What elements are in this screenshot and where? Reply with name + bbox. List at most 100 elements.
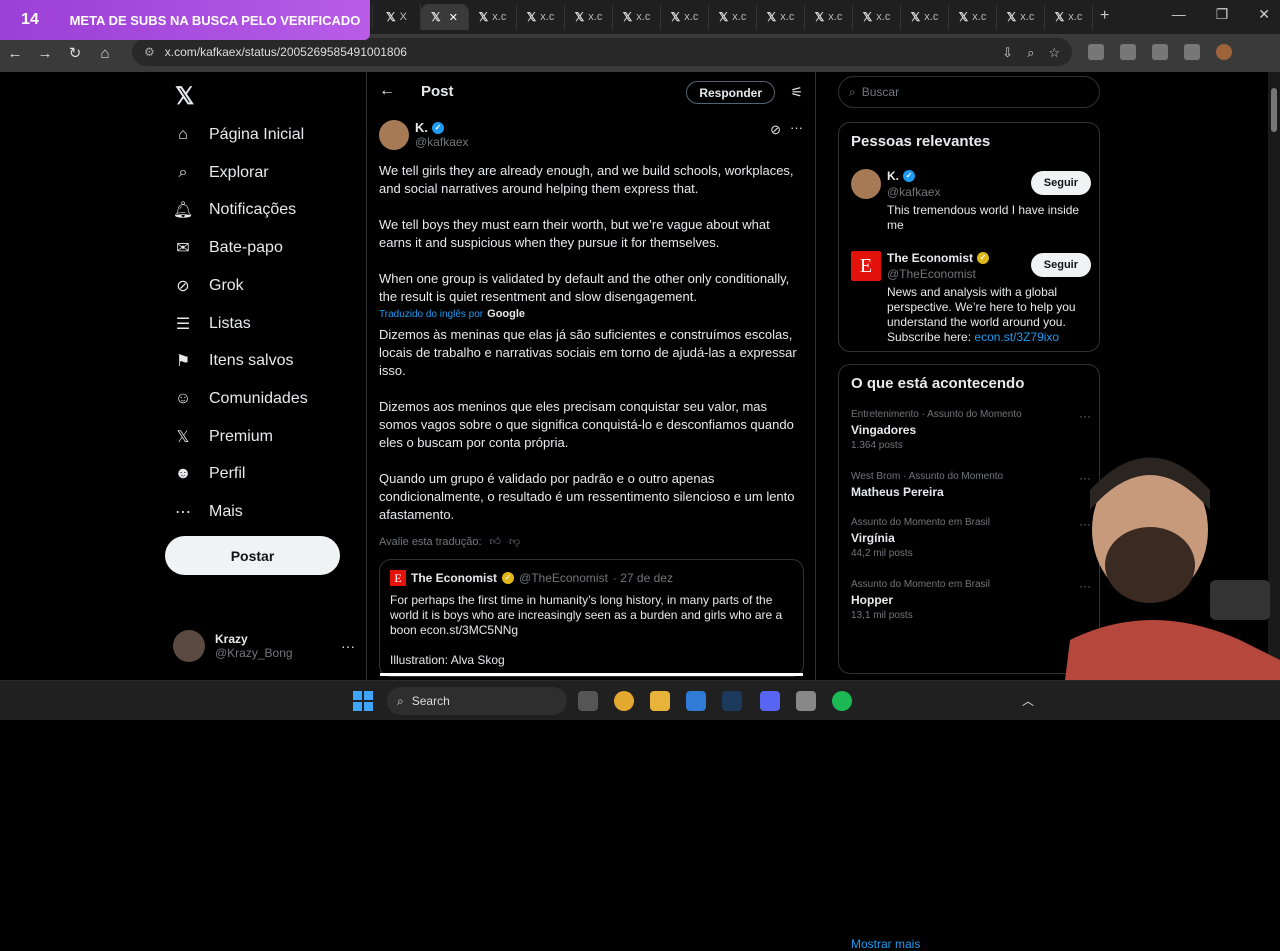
chevron-up-icon[interactable]: ︿ (1022, 692, 1034, 709)
forward-icon[interactable]: → (30, 45, 60, 62)
browser-tab[interactable]: 𝕏x.c (757, 4, 805, 30)
back-arrow-icon[interactable]: ← (379, 82, 395, 100)
reply-button[interactable]: Responder (686, 81, 775, 104)
steam-icon[interactable] (722, 691, 742, 711)
economist-logo-icon[interactable]: E (851, 251, 881, 281)
browser-tab[interactable]: 𝕏x.c (949, 4, 997, 30)
site-info-icon[interactable]: ⚙ (144, 45, 155, 59)
close-tab-icon[interactable]: ✕ (449, 11, 458, 24)
browser-tab[interactable]: 𝕏x.c (661, 4, 709, 30)
thumbs-up-icon[interactable]: 👍︎ (490, 535, 502, 548)
url-actions: ⇩ ⌕ ☆ (1002, 45, 1060, 61)
avatar[interactable] (851, 169, 881, 199)
url-field[interactable]: ⚙ x.com/kafkaex/status/20052695854910018… (132, 38, 1072, 66)
browser-tab[interactable]: 𝕏x.c (997, 4, 1045, 30)
trend-item[interactable]: Assunto do Momento em Brasil Hopper 13,1 m… (851, 579, 1091, 621)
x-icon: 𝕏 (622, 10, 633, 24)
discord-icon[interactable] (760, 691, 780, 711)
windows-taskbar: ⌕ Search ︿ (0, 680, 1280, 720)
person-handle: @TheEconomist (887, 267, 976, 281)
follow-button[interactable]: Seguir (1030, 253, 1091, 277)
more-icon[interactable]: ··· (1079, 409, 1091, 423)
trend-count: 1.364 posts (851, 440, 903, 451)
sidebar-item[interactable]: ⚑ Itens salvos (173, 351, 294, 371)
x-logo-icon[interactable]: 𝕏 (175, 82, 194, 111)
person-card[interactable]: K. ✓ @kafkaex This tremendous world I hav… (851, 169, 1091, 239)
trend-name: Hopper (851, 593, 893, 607)
browser-tab[interactable]: 𝕏x.c (613, 4, 661, 30)
bookmark-icon: ⚑ (175, 353, 191, 371)
home-icon[interactable]: ⌂ (90, 45, 120, 62)
browser-tab[interactable]: 𝕏x.c (565, 4, 613, 30)
x-icon: 𝕏 (814, 10, 825, 24)
sidebar-item[interactable]: ✉ Bate-papo (173, 238, 283, 258)
account-switcher[interactable]: Krazy @Krazy_Bong ··· (173, 630, 355, 662)
maximize-icon[interactable]: ❐ (1216, 6, 1229, 23)
post-author[interactable]: K. ✓ @kafkaex (379, 120, 469, 150)
spotify-icon[interactable] (832, 691, 852, 711)
browser-tab[interactable]: 𝕏x.c (709, 4, 757, 30)
x-icon: 𝕏 (910, 10, 921, 24)
store-icon[interactable] (686, 691, 706, 711)
browser-tab[interactable]: 𝕏X (373, 4, 421, 30)
sidebar-item[interactable]: ⋯ Mais (173, 502, 243, 522)
bio-link[interactable]: econ.st/3Z79ixo (974, 330, 1059, 344)
trend-item[interactable]: West Brom · Assunto do Momento Matheus Pe… (851, 471, 1091, 499)
trend-item[interactable]: Entretenimento · Assunto do Momento Vinga… (851, 409, 1091, 451)
sidebar-item[interactable]: ⊘ Grok (173, 276, 243, 296)
taskbar-search[interactable]: ⌕ Search (387, 687, 567, 715)
scrollbar-thumb[interactable] (1271, 88, 1277, 132)
sidebar-item[interactable]: ⌂ Página Inicial (173, 125, 304, 145)
task-view-icon[interactable] (578, 691, 598, 711)
back-icon[interactable]: ← (0, 45, 30, 62)
x-icon: 𝕏 (862, 10, 873, 24)
sidebar-item[interactable]: ☺ Comunidades (173, 389, 308, 409)
browser-tab[interactable]: 𝕏x.c (1045, 4, 1093, 30)
sidebar-item-label: Perfil (209, 465, 246, 483)
sliders-icon[interactable]: ⚟ (790, 84, 803, 101)
trend-name: Matheus Pereira (851, 485, 944, 499)
sidebar-item[interactable]: 🔔︎ Notificações (173, 200, 296, 220)
search-input[interactable]: ⌕ Buscar (838, 76, 1100, 108)
trend-item[interactable]: Assunto do Momento em Brasil Virgínia 44,2… (851, 517, 1091, 559)
install-icon[interactable]: ⇩ (1002, 45, 1013, 61)
new-tab-icon[interactable]: + (1100, 7, 1109, 25)
overlay-count: 14 (21, 11, 39, 28)
minimize-icon[interactable]: — (1172, 6, 1186, 23)
sidebar-item[interactable]: ☻ Perfil (173, 464, 246, 484)
browser-tab[interactable]: 𝕏x.c (517, 4, 565, 30)
sidebar-item-label: Página Inicial (209, 126, 305, 143)
settings-icon[interactable] (796, 691, 816, 711)
start-icon[interactable] (353, 691, 373, 711)
chrome-icon[interactable] (614, 691, 634, 711)
thumbs-down-icon[interactable]: 👎︎ (509, 535, 520, 548)
zoom-icon[interactable]: ⌕ (1027, 45, 1034, 61)
grok-icon[interactable]: ⊘ (770, 122, 781, 138)
profile-avatar[interactable] (1216, 44, 1232, 60)
star-icon[interactable]: ☆ (1048, 45, 1060, 61)
more-icon[interactable]: ··· (341, 638, 355, 654)
browser-tab[interactable]: 𝕏x.c (805, 4, 853, 30)
quoted-post[interactable]: E The Economist ✓ @TheEconomist · 27 de … (379, 559, 804, 677)
browser-tab[interactable]: 𝕏x.c (901, 4, 949, 30)
close-icon[interactable]: ✕ (1258, 6, 1270, 23)
browser-tab[interactable]: 𝕏 ✕ (421, 4, 469, 30)
puzzle-icon[interactable] (1152, 44, 1168, 60)
person-card[interactable]: E The Economist ✓ @TheEconomist News and … (851, 251, 1091, 347)
browser-tab[interactable]: 𝕏x.c (469, 4, 517, 30)
post-button[interactable]: Postar (165, 536, 340, 575)
extension-icon[interactable] (1088, 44, 1104, 60)
extension-icon[interactable] (1120, 44, 1136, 60)
show-more-link[interactable]: Mostrar mais (851, 937, 920, 951)
trend-count: 13,1 mil posts (851, 610, 913, 621)
sidebar-item[interactable]: ☰ Listas (173, 314, 251, 334)
browser-tab[interactable]: 𝕏x.c (853, 4, 901, 30)
sidebar-item[interactable]: 𝕏 Premium (173, 427, 273, 447)
follow-button[interactable]: Seguir (1030, 171, 1091, 195)
more-icon[interactable]: ··· (790, 120, 803, 135)
file-explorer-icon[interactable] (650, 691, 670, 711)
sidebar-item[interactable]: ⌕ Explorar (173, 163, 269, 183)
reload-icon[interactable]: ↻ (60, 44, 90, 62)
avatar[interactable] (379, 120, 409, 150)
media-icon[interactable] (1184, 44, 1200, 60)
